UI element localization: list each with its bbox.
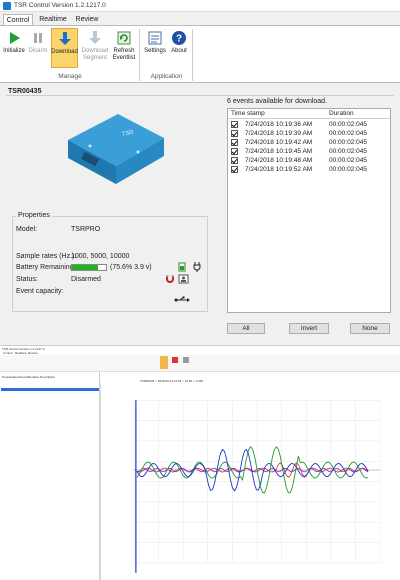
review-tree-header-description[interactable]: Description	[40, 375, 55, 379]
download-segment-label-1: Download	[81, 48, 109, 54]
event-duration: 00:00:02:045	[329, 121, 367, 128]
col-duration[interactable]: Duration	[329, 110, 354, 117]
event-timestamp: 7/24/2018 10:19:36 AM	[245, 121, 313, 128]
disarm-label: Disarm	[28, 48, 48, 54]
settings-button[interactable]: Settings	[143, 28, 167, 72]
group-separator	[192, 29, 193, 81]
review-tree-panel	[0, 372, 100, 580]
event-checkbox[interactable]	[231, 121, 238, 128]
event-duration: 00:00:02:045	[329, 157, 367, 164]
svg-text:?: ?	[176, 34, 182, 45]
device-id: TSR00435	[8, 88, 42, 95]
model-value: TSRPRO	[71, 226, 101, 233]
event-row[interactable]: 7/24/2018 10:19:48 AM 00:00:02:045	[228, 156, 390, 165]
event-duration: 00:00:02:045	[329, 139, 367, 146]
title-bar: TSR Control Version 1.2.1217.0	[0, 0, 400, 12]
tab-control[interactable]: Control	[3, 14, 33, 25]
about-label: About	[171, 48, 187, 54]
settings-label: Settings	[144, 48, 166, 54]
event-timestamp: 7/24/2018 10:19:42 AM	[245, 139, 313, 146]
events-table-header: Time stamp Duration	[228, 109, 390, 119]
review-tree-header-events[interactable]: Downloaded Events	[2, 375, 29, 379]
refresh-icon	[117, 31, 131, 45]
about-button[interactable]: ? About	[168, 28, 190, 72]
sample-rates-label: Sample rates (Hz.):	[16, 253, 77, 260]
review-tree-header-duration[interactable]: Duration	[28, 375, 39, 379]
model-label: Model:	[16, 226, 38, 233]
properties-title: Properties	[16, 212, 52, 219]
group-separator	[139, 29, 140, 81]
status-value: Disarmed	[71, 276, 101, 283]
download-icon	[58, 32, 71, 45]
review-chart	[100, 383, 400, 580]
events-table: Time stamp Duration 7/24/2018 10:19:36 A…	[227, 108, 391, 313]
application-group-label: Application	[150, 73, 183, 80]
review-toolbar	[0, 355, 400, 372]
refresh-eventlist-button[interactable]: Refresh Eventlist	[111, 28, 137, 72]
initialize-button[interactable]: Initialize	[3, 28, 25, 72]
review-tree-selected-row[interactable]	[1, 388, 99, 391]
event-row[interactable]: 7/24/2018 10:19:42 AM 00:00:02:045	[228, 138, 390, 147]
window-title: TSR Control Version 1.2.1217.0	[14, 2, 106, 9]
event-checkbox[interactable]	[231, 130, 238, 137]
settings-icon	[148, 31, 162, 45]
refresh-label-2: Eventlist	[112, 55, 136, 61]
select-none-button[interactable]: None	[350, 323, 390, 334]
event-duration: 00:00:02:045	[329, 130, 367, 137]
event-timestamp: 7/24/2018 10:19:39 AM	[245, 130, 313, 137]
review-tool-icon[interactable]	[183, 357, 189, 363]
download-segment-icon	[89, 31, 101, 44]
event-row[interactable]: 7/24/2018 10:19:52 AM 00:00:02:045	[228, 165, 390, 174]
event-checkbox[interactable]	[231, 166, 238, 173]
initialize-label: Initialize	[3, 48, 25, 54]
ribbon: Initialize Disarm Download Download Segm…	[0, 25, 400, 83]
app-icon	[3, 1, 11, 10]
sample-rates-value: 1000, 5000, 10000	[71, 253, 130, 260]
event-duration: 00:00:02:045	[329, 148, 367, 155]
manage-group-label: Manage	[58, 73, 82, 80]
tab-realtime[interactable]: Realtime	[38, 14, 68, 25]
help-icon: ?	[172, 31, 186, 45]
battery-label: Battery Remaining:	[16, 264, 76, 271]
plug-icon	[193, 262, 201, 272]
play-icon	[10, 32, 20, 44]
event-duration: 00:00:02:045	[329, 166, 367, 173]
event-timestamp: 7/24/2018 10:19:48 AM	[245, 157, 313, 164]
event-checkbox[interactable]	[231, 148, 238, 155]
device-image: TSR	[68, 114, 164, 184]
battery-value: (75.6% 3.9 v)	[110, 264, 152, 271]
event-row[interactable]: 7/24/2018 10:19:36 AM 00:00:02:045	[228, 120, 390, 129]
pause-icon	[34, 33, 42, 43]
col-timestamp[interactable]: Time stamp	[231, 110, 265, 117]
download-button[interactable]: Download	[51, 28, 78, 68]
refresh-label-1: Refresh	[113, 48, 135, 54]
review-delete-icon[interactable]	[172, 357, 178, 363]
event-checkbox[interactable]	[231, 139, 238, 146]
status-label: Status:	[16, 276, 38, 283]
download-segment-label-2: Segment	[82, 55, 107, 61]
select-all-button[interactable]: All	[227, 323, 265, 334]
usb-icon	[174, 296, 190, 302]
event-timestamp: 7/24/2018 10:19:45 AM	[245, 148, 313, 155]
battery-fill	[72, 265, 98, 270]
tab-review[interactable]: Review	[73, 14, 101, 25]
event-timestamp: 7/24/2018 10:19:52 AM	[245, 166, 313, 173]
id-card-icon	[178, 274, 189, 284]
event-row[interactable]: 7/24/2018 10:19:39 AM 00:00:02:045	[228, 129, 390, 138]
event-checkbox[interactable]	[231, 157, 238, 164]
tab-strip: Control Realtime Review	[0, 12, 400, 25]
events-header: 6 events available for download.	[227, 98, 328, 105]
event-row[interactable]: 7/24/2018 10:19:45 AM 00:00:02:045	[228, 147, 390, 156]
event-capacity-label: Event capacity:	[16, 288, 64, 295]
invert-selection-button[interactable]: Invert	[289, 323, 329, 334]
download-label: Download	[51, 49, 78, 55]
divider	[6, 95, 394, 96]
battery-icon	[178, 262, 186, 272]
disarm-button[interactable]: Disarm	[27, 28, 49, 72]
download-segment-button[interactable]: Download Segment	[80, 28, 110, 72]
magnet-icon	[166, 275, 174, 283]
review-active-tool[interactable]	[160, 356, 168, 369]
battery-bar	[71, 264, 107, 271]
